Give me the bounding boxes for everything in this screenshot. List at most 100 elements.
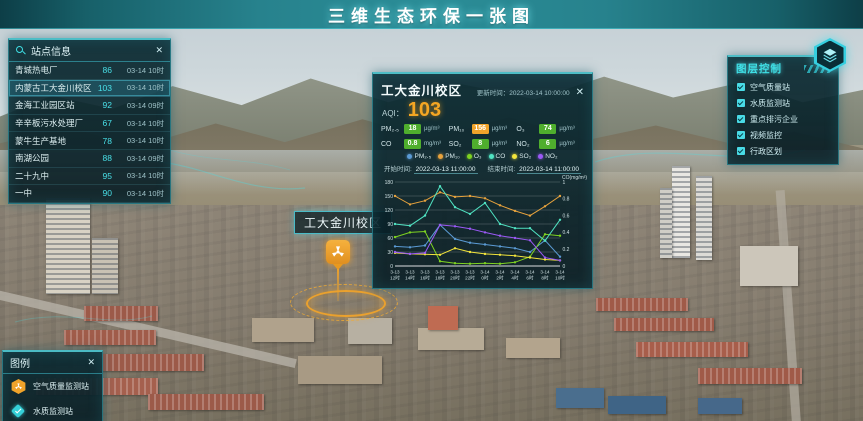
building bbox=[614, 318, 714, 331]
map-viewport[interactable]: 三维生态环保一张图 站点信息 ✕ 青城热电厂8603-14 10时内蒙古工大金川… bbox=[0, 0, 863, 421]
station-aqi: 88 bbox=[92, 153, 112, 163]
chart-legend: PM₂.₅ PM₁₀ O₃ CO SO₂ NO₂ bbox=[373, 151, 592, 161]
update-time-label: 更新时间： bbox=[477, 90, 510, 97]
station-row[interactable]: 蒙牛生产基地7803-14 10时 bbox=[9, 132, 170, 150]
station-aqi: 67 bbox=[92, 118, 112, 128]
aqi-value: 103 bbox=[408, 100, 441, 120]
legend-dot-icon bbox=[489, 154, 494, 159]
layer-item[interactable]: 空气质量站 bbox=[728, 79, 838, 95]
station-name: 南湖公园 bbox=[15, 152, 92, 164]
building bbox=[608, 396, 666, 414]
legend-dot-icon bbox=[438, 154, 443, 159]
station-panel-titlebar: 站点信息 ✕ bbox=[9, 40, 170, 62]
station-name: 金海工业园区站 bbox=[15, 99, 92, 111]
close-icon[interactable]: ✕ bbox=[87, 357, 95, 368]
pollutant-metric: NO₂6µg/m³ bbox=[516, 139, 584, 149]
building bbox=[636, 342, 748, 357]
pollutant-label: PM₁₀ bbox=[449, 126, 469, 133]
station-time: 03-14 10时 bbox=[112, 65, 164, 76]
pollutant-value-badge: 74 bbox=[539, 124, 556, 134]
station-aqi: 95 bbox=[92, 171, 112, 181]
layer-item[interactable]: 重点排污企业 bbox=[728, 111, 838, 127]
svg-text:3-13: 3-13 bbox=[390, 270, 400, 275]
layer-panel-title: 图层控制 bbox=[736, 61, 782, 76]
svg-text:60: 60 bbox=[387, 236, 393, 242]
layer-checkbox[interactable] bbox=[737, 83, 745, 91]
layer-label: 重点排污企业 bbox=[750, 114, 798, 125]
search-icon[interactable] bbox=[16, 46, 26, 56]
station-time: 03-14 10时 bbox=[112, 188, 164, 199]
svg-text:0.2: 0.2 bbox=[562, 247, 569, 253]
station-row[interactable]: 南湖公园8803-14 09时 bbox=[9, 150, 170, 168]
end-time-group: 结束时间: 2022-03-14 11:00:00 bbox=[488, 163, 582, 173]
chart-legend-item[interactable]: NO₂ bbox=[538, 153, 557, 160]
layer-checkbox[interactable] bbox=[737, 147, 745, 155]
layer-checkbox[interactable] bbox=[737, 131, 745, 139]
station-row[interactable]: 一中9003-14 10时 bbox=[9, 185, 170, 203]
station-row[interactable]: 二十九中9503-14 10时 bbox=[9, 168, 170, 186]
pollutant-metric: PM₁₀156µg/m³ bbox=[449, 124, 517, 134]
svg-text:6时: 6时 bbox=[526, 275, 534, 281]
close-icon[interactable]: ✕ bbox=[155, 45, 163, 56]
building bbox=[596, 298, 688, 311]
svg-text:CO(mg/m³): CO(mg/m³) bbox=[562, 175, 587, 181]
legend-dot-icon bbox=[512, 154, 517, 159]
svg-text:4时: 4时 bbox=[511, 275, 519, 281]
pollutant-label: PM₂.₅ bbox=[381, 126, 401, 133]
station-marker-stem bbox=[337, 269, 339, 301]
station-name: 辛辛板污水处理厂 bbox=[15, 117, 92, 129]
building bbox=[740, 246, 798, 286]
building bbox=[698, 368, 802, 384]
station-name: 蒙牛生产基地 bbox=[15, 135, 92, 147]
pollutant-grid: PM₂.₅18µg/m³PM₁₀156µg/m³O₃74µg/m³CO0.8mg… bbox=[373, 120, 592, 151]
building bbox=[660, 188, 672, 258]
close-icon[interactable]: ✕ bbox=[576, 87, 584, 98]
station-row[interactable]: 辛辛板污水处理厂6703-14 10时 bbox=[9, 115, 170, 133]
chart-legend-item[interactable]: SO₂ bbox=[512, 153, 531, 160]
station-name: 内蒙古工大金川校区 bbox=[15, 82, 92, 94]
layer-item[interactable]: 水质监测站 bbox=[728, 95, 838, 111]
pollutant-label: SO₂ bbox=[449, 141, 469, 148]
station-time: 03-14 10时 bbox=[112, 135, 164, 146]
chart-legend-item[interactable]: O₃ bbox=[467, 153, 482, 160]
map-legend-panel: 图例 ✕ 空气质量监测站水质监测站 bbox=[2, 350, 103, 421]
svg-text:90: 90 bbox=[387, 222, 393, 228]
svg-text:0.6: 0.6 bbox=[562, 213, 569, 219]
building bbox=[92, 238, 118, 294]
svg-text:3-14: 3-14 bbox=[540, 270, 550, 275]
layer-checkbox[interactable] bbox=[737, 115, 745, 123]
svg-text:16时: 16时 bbox=[420, 275, 430, 281]
pollutant-unit: mg/m³ bbox=[424, 141, 441, 147]
svg-text:3-14: 3-14 bbox=[495, 270, 505, 275]
layer-item[interactable]: 视频监控 bbox=[728, 127, 838, 143]
end-time-input[interactable]: 2022-03-14 11:00:00 bbox=[517, 166, 581, 174]
building bbox=[84, 306, 158, 321]
water-station-diamond-icon bbox=[11, 404, 25, 418]
pollutant-unit: µg/m³ bbox=[492, 141, 507, 147]
layers-widget-button[interactable] bbox=[814, 38, 846, 72]
station-marker-ring-dashed bbox=[290, 284, 398, 321]
station-row[interactable]: 青城热电厂8603-14 10时 bbox=[9, 62, 170, 80]
start-time-input[interactable]: 2022-03-13 11:00:00 bbox=[414, 166, 478, 174]
legend-panel-titlebar: 图例 ✕ bbox=[3, 352, 102, 374]
legend-label: NO₂ bbox=[545, 153, 557, 160]
chart-legend-item[interactable]: PM₁₀ bbox=[438, 153, 460, 160]
station-aqi: 92 bbox=[92, 100, 112, 110]
station-row[interactable]: 内蒙古工大金川校区10303-14 10时 bbox=[9, 80, 170, 98]
legend-label: SO₂ bbox=[519, 153, 531, 160]
layer-label: 行政区划 bbox=[750, 146, 782, 157]
pollutant-metric: SO₂8µg/m³ bbox=[449, 139, 517, 149]
legend-label: O₃ bbox=[474, 153, 482, 160]
chart-legend-item[interactable]: CO bbox=[489, 153, 506, 160]
svg-text:10时: 10时 bbox=[555, 275, 565, 281]
layer-checkbox[interactable] bbox=[737, 99, 745, 107]
svg-text:0.4: 0.4 bbox=[562, 230, 569, 236]
chart-legend-item[interactable]: PM₂.₅ bbox=[407, 153, 431, 160]
popup-update-time: 更新时间：2022-03-14 10:00:00 bbox=[477, 87, 570, 97]
page-title: 三维生态环保一张图 bbox=[328, 2, 535, 27]
station-marker-icon[interactable] bbox=[326, 240, 350, 264]
station-panel-title: 站点信息 bbox=[31, 43, 71, 58]
station-row[interactable]: 金海工业园区站9203-14 09时 bbox=[9, 97, 170, 115]
svg-text:3-13: 3-13 bbox=[405, 270, 415, 275]
layer-item[interactable]: 行政区划 bbox=[728, 143, 838, 159]
